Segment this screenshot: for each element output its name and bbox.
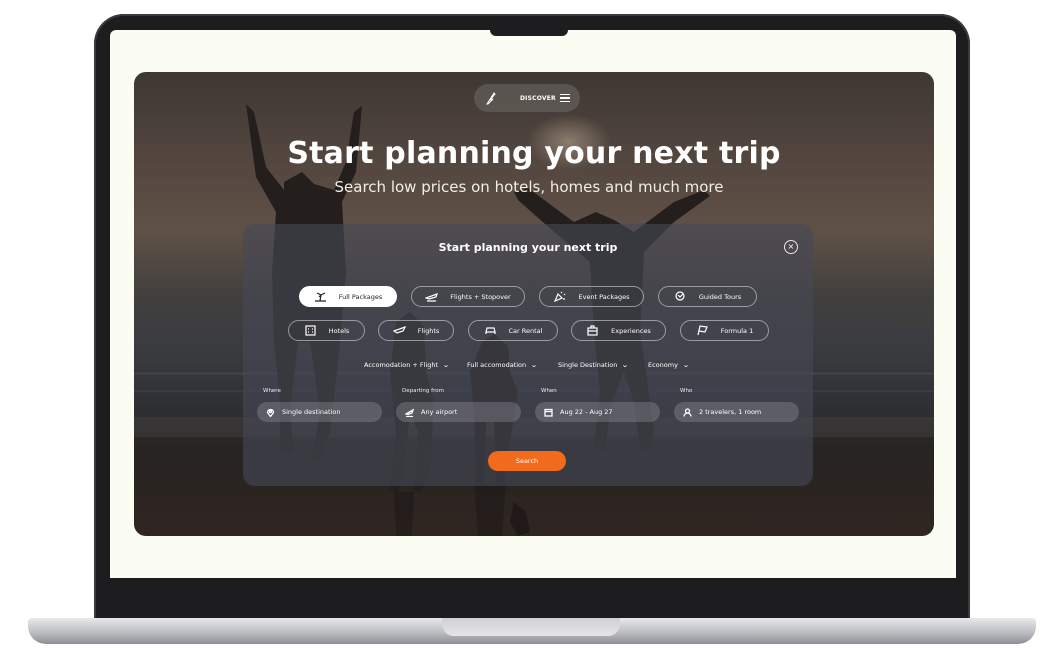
hotel-icon: [305, 325, 316, 336]
laptop-bezel: [110, 578, 956, 590]
category-formula-1[interactable]: Formula 1: [680, 320, 769, 341]
chevron-down-icon: ⌄: [530, 361, 538, 369]
calendar-icon: [544, 408, 553, 417]
search-panel: Start planning your next trip × Full Pac…: [243, 224, 813, 486]
plane-icon: [392, 325, 406, 334]
location-pin-icon: [266, 408, 275, 417]
category-car-rental[interactable]: Car Rental: [468, 320, 558, 341]
luggage-icon: [587, 325, 598, 336]
search-button[interactable]: Search: [488, 451, 566, 471]
where-label: Where: [263, 388, 281, 394]
departing-field[interactable]: Any airport: [396, 402, 521, 422]
filter-destination[interactable]: Single Destination ⌄: [558, 361, 630, 369]
person-icon: [683, 407, 692, 417]
plane-takeoff-icon: [405, 408, 414, 417]
plane-icon: [425, 293, 439, 302]
hero-banner: DISCOVER Start planning your next trip S…: [134, 72, 934, 536]
camera-notch: [490, 30, 568, 36]
hero-title: Start planning your next trip: [287, 136, 781, 171]
category-flights[interactable]: Flights: [378, 320, 454, 341]
confetti-icon: [554, 291, 566, 302]
category-hotels[interactable]: Hotels: [288, 320, 365, 341]
category-guided-tours[interactable]: Guided Tours: [658, 286, 757, 307]
car-icon: [484, 327, 496, 334]
hero-subtitle: Search low prices on hotels, homes and m…: [334, 178, 724, 196]
discover-label: DISCOVER: [520, 94, 556, 102]
category-full-packages[interactable]: Full Packages: [299, 286, 397, 307]
island-icon: [314, 292, 326, 302]
when-field[interactable]: Aug 22 - Aug 27: [535, 402, 660, 422]
filter-trip-type[interactable]: Accomodation + Flight ⌄: [364, 361, 450, 369]
hamburger-icon[interactable]: [560, 94, 570, 102]
category-event-packages[interactable]: Event Packages: [539, 286, 644, 307]
filter-cabin-class[interactable]: Economy ⌄: [648, 361, 690, 369]
map-pin-icon: [675, 291, 685, 301]
chevron-down-icon: ⌄: [442, 361, 450, 369]
panel-title: Start planning your next trip: [438, 241, 618, 254]
chevron-down-icon: ⌄: [682, 361, 690, 369]
close-button[interactable]: ×: [784, 240, 798, 254]
feather-icon: [486, 92, 496, 105]
where-field[interactable]: Single destination: [257, 402, 382, 422]
chevron-down-icon: ⌄: [621, 361, 630, 369]
departing-label: Departing from: [402, 388, 444, 394]
when-label: When: [541, 388, 557, 394]
laptop-groove: [442, 618, 620, 636]
filter-accomodation[interactable]: Full accomodation ⌄: [467, 361, 538, 369]
who-label: Who: [680, 388, 693, 394]
category-experiences[interactable]: Experiences: [571, 320, 666, 341]
checkered-flag-icon: [697, 325, 708, 336]
category-flights-stopover[interactable]: Flights + Stopover: [411, 286, 525, 307]
who-field[interactable]: 2 travelers, 1 room: [674, 402, 799, 422]
discover-menu-pill[interactable]: DISCOVER: [474, 84, 580, 112]
screen: DISCOVER Start planning your next trip S…: [110, 30, 956, 578]
